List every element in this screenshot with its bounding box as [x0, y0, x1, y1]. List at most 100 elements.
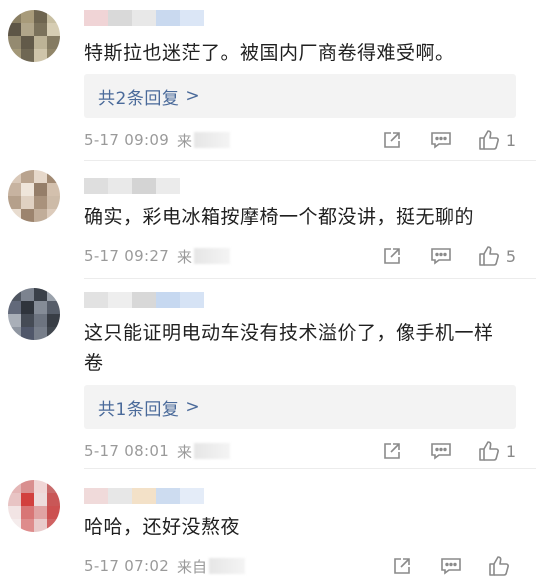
like-button[interactable]: 1 [478, 440, 516, 462]
avatar-mosaic-cell [21, 506, 34, 519]
avatar-mosaic-cell [21, 10, 34, 23]
comment-text: 特斯拉也迷茫了。被国内厂商卷得难受啊。 [84, 42, 455, 64]
source-blurred [194, 132, 231, 148]
replies-label: 共2条回复 [98, 88, 180, 109]
avatar-mosaic-cell [34, 327, 47, 340]
avatar-mosaic-cell [21, 480, 34, 493]
avatar-mosaic-cell [8, 170, 21, 183]
comment-button[interactable] [440, 556, 462, 576]
avatar-mosaic-cell [21, 196, 34, 209]
avatar-mosaic-cell [34, 314, 47, 327]
view-replies-button[interactable]: 共1条回复 > [84, 385, 516, 429]
avatar-mosaic-cell [21, 23, 34, 36]
avatar-mosaic-cell [47, 23, 60, 36]
avatar-mosaic-cell [34, 170, 47, 183]
like-count: 1 [505, 441, 516, 461]
comment-icon [431, 443, 451, 460]
comment-meta: 5-17 09:09 来 [84, 128, 231, 152]
avatar-mosaic-cell [47, 327, 60, 340]
avatar-mosaic-cell [34, 196, 47, 209]
username-mosaic-cell [84, 488, 108, 504]
comment-text: 这只能证明电动车没有技术溢价了，像手机一样卷 [84, 322, 494, 374]
username-mosaic-cell [84, 292, 108, 308]
avatar[interactable] [8, 288, 60, 340]
comment-icon [431, 132, 451, 149]
avatar-mosaic-cell [8, 519, 21, 532]
avatar-mosaic-cell [34, 506, 47, 519]
source-blurred [194, 248, 231, 264]
avatar-mosaic-cell [21, 209, 34, 222]
comment-button[interactable] [430, 246, 452, 266]
avatar-mosaic-cell [47, 506, 60, 519]
avatar-mosaic-cell [21, 493, 34, 506]
source-label: 来 [177, 247, 193, 266]
comment-button[interactable] [430, 441, 452, 461]
username-mosaic-cell [84, 10, 108, 26]
thumbs-up-icon [479, 130, 499, 150]
avatar-mosaic-cell [34, 519, 47, 532]
username-mosaic-cell [108, 488, 132, 504]
avatar-mosaic-cell [34, 209, 47, 222]
avatar-mosaic-cell [21, 183, 34, 196]
thumbs-up-icon [479, 441, 499, 461]
like-button[interactable]: 1 [478, 129, 516, 151]
avatar-mosaic-cell [47, 301, 60, 314]
share-icon [384, 443, 400, 459]
share-button[interactable] [382, 130, 402, 150]
avatar-mosaic-cell [8, 493, 21, 506]
username-mosaic-cell [180, 488, 204, 504]
comment-item: 这只能证明电动车没有技术溢价了，像手机一样卷 共1条回复 > 5-17 08:0… [0, 278, 536, 468]
comment-text: 确实，彩电冰箱按摩椅一个都没讲，挺无聊的 [84, 206, 475, 228]
avatar-mosaic-cell [34, 183, 47, 196]
share-icon [384, 248, 400, 264]
avatar-mosaic-cell [47, 49, 60, 62]
comment-text: 哈哈，还好没熬夜 [84, 516, 241, 538]
avatar-mosaic-cell [8, 288, 21, 301]
like-button[interactable] [488, 555, 516, 577]
comment-item: 哈哈，还好没熬夜 5-17 07:02 来自 [0, 468, 536, 585]
share-button[interactable] [382, 246, 402, 266]
view-replies-button[interactable]: 共2条回复 > [84, 74, 516, 118]
avatar-mosaic-cell [47, 170, 60, 183]
avatar-mosaic-cell [47, 209, 60, 222]
username-blurred[interactable] [84, 488, 204, 504]
chevron-right-icon: > [185, 86, 201, 106]
avatar[interactable] [8, 480, 60, 532]
username-mosaic-cell [156, 292, 180, 308]
avatar[interactable] [8, 170, 60, 222]
avatar-mosaic-cell [21, 36, 34, 49]
share-button[interactable] [392, 556, 412, 576]
avatar-mosaic-cell [8, 196, 21, 209]
source-blurred [209, 558, 246, 574]
comment-meta: 5-17 09:27 来 [84, 244, 231, 268]
avatar-mosaic-cell [8, 10, 21, 23]
comment-item: 确实，彩电冰箱按摩椅一个都没讲，挺无聊的 5-17 09:27 来 5 [0, 160, 536, 278]
source-label: 来自 [177, 557, 208, 576]
avatar-mosaic-cell [34, 480, 47, 493]
username-blurred[interactable] [84, 178, 180, 194]
comment-time: 5-17 08:01 [84, 442, 170, 460]
avatar[interactable] [8, 10, 60, 62]
avatar-mosaic-cell [8, 480, 21, 493]
avatar-mosaic-cell [21, 314, 34, 327]
avatar-mosaic-cell [34, 36, 47, 49]
comment-actions: 1 [382, 128, 516, 152]
avatar-mosaic-cell [47, 519, 60, 532]
username-mosaic-cell [156, 10, 180, 26]
avatar-mosaic-cell [47, 493, 60, 506]
avatar-mosaic-cell [8, 36, 21, 49]
chevron-right-icon: > [185, 397, 201, 417]
comment-icon [431, 248, 451, 265]
avatar-mosaic-cell [34, 493, 47, 506]
username-mosaic-cell [108, 10, 132, 26]
share-button[interactable] [382, 441, 402, 461]
username-blurred[interactable] [84, 292, 204, 308]
replies-label: 共1条回复 [98, 399, 180, 420]
comment-button[interactable] [430, 130, 452, 150]
like-button[interactable]: 5 [478, 245, 516, 267]
username-blurred[interactable] [84, 10, 204, 26]
avatar-mosaic-cell [47, 288, 60, 301]
avatar-mosaic-cell [8, 314, 21, 327]
comment-item: 特斯拉也迷茫了。被国内厂商卷得难受啊。 共2条回复 > 5-17 09:09 来… [0, 0, 536, 160]
avatar-mosaic-cell [8, 327, 21, 340]
